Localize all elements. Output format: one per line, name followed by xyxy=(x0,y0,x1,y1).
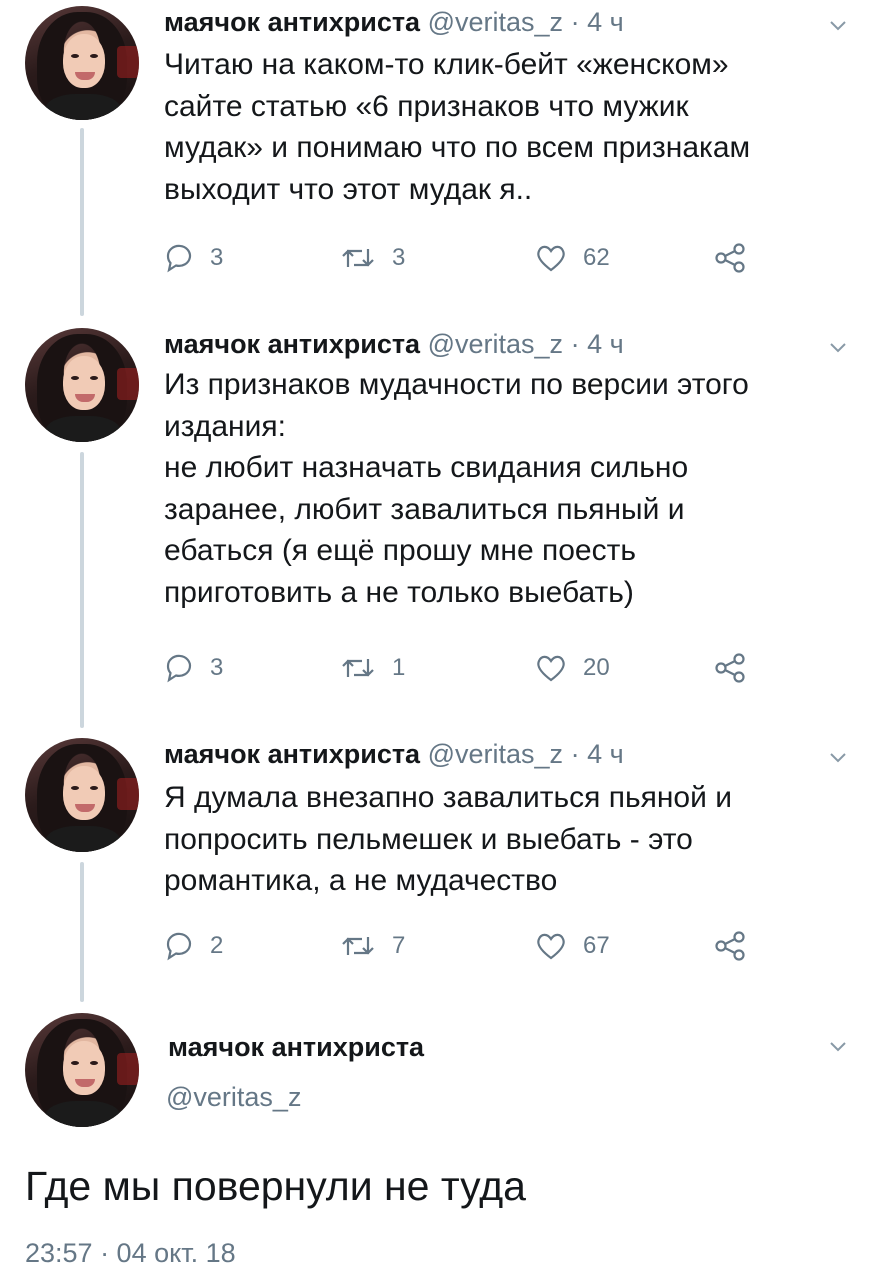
retweet-count: 1 xyxy=(392,654,406,681)
author-name[interactable]: маячок антихриста xyxy=(164,7,420,37)
tweet-text-line: издания: xyxy=(164,409,286,443)
author-name[interactable]: маячок антихриста xyxy=(164,739,420,769)
tweet-header: маячок антихриста @veritas_z · 4 ч xyxy=(164,737,624,771)
retweet-icon xyxy=(342,249,374,267)
heart-icon xyxy=(537,245,565,272)
retweet-count: 3 xyxy=(392,244,406,271)
chevron-down-icon[interactable] xyxy=(828,337,848,357)
reply-button[interactable]: 3 xyxy=(164,648,223,688)
reply-count: 3 xyxy=(210,654,224,681)
tweet-time[interactable]: 4 ч xyxy=(587,329,624,359)
tweet-time[interactable]: 4 ч xyxy=(587,7,624,37)
like-button[interactable]: 62 xyxy=(535,238,610,278)
reply-icon xyxy=(166,244,192,273)
reply-count: 2 xyxy=(210,932,224,959)
tweet-actions: 2 7 67 xyxy=(164,926,784,966)
thread-connector xyxy=(80,862,84,1002)
tweet-text-line: выходит что этот мудак я.. xyxy=(164,172,533,206)
retweet-count: 7 xyxy=(392,932,406,959)
tweet-text-line: попросить пельмешек и выебать - это xyxy=(164,822,693,856)
share-button[interactable] xyxy=(714,648,748,688)
tweet-text-line: Из признаков мудачности по версии этого xyxy=(164,368,749,401)
retweet-icon xyxy=(342,659,374,677)
reply-button[interactable]: 3 xyxy=(164,238,223,278)
like-button[interactable]: 20 xyxy=(535,648,610,688)
tweet-text: Я думала внезапно завалиться пьяной и по… xyxy=(164,777,854,902)
like-button[interactable]: 67 xyxy=(535,926,610,966)
avatar[interactable] xyxy=(25,328,139,442)
thread-connector xyxy=(80,452,84,728)
share-button[interactable] xyxy=(714,926,748,966)
like-count: 67 xyxy=(583,932,610,959)
tweet-text-line: мудак» и понимаю что по всем признакам xyxy=(164,131,751,164)
share-icon xyxy=(715,243,745,273)
reply-icon xyxy=(166,932,192,961)
author-handle[interactable]: @veritas_z xyxy=(428,329,563,359)
time-separator: · xyxy=(570,739,580,769)
chevron-down-icon[interactable] xyxy=(828,1036,848,1056)
tweet-text-line: заранее, любит завалиться пьяный и xyxy=(164,492,685,526)
reply-icon xyxy=(166,654,192,683)
like-count: 20 xyxy=(583,654,610,681)
tweet-time[interactable]: 4 ч xyxy=(587,739,624,769)
tweet-text: Читаю на каком-то клик-бейт «женском» са… xyxy=(164,44,854,210)
heart-icon xyxy=(537,933,565,960)
author-name[interactable]: маячок антихриста xyxy=(168,1032,424,1063)
author-name[interactable]: маячок антихриста xyxy=(164,329,420,359)
author-handle[interactable]: @veritas_z xyxy=(428,7,563,37)
share-button[interactable] xyxy=(714,238,748,278)
heart-icon xyxy=(537,655,565,682)
tweet-text-line: не любит назначать свидания сильно xyxy=(164,451,689,484)
author-handle[interactable]: @veritas_z xyxy=(428,739,563,769)
chevron-down-icon[interactable] xyxy=(828,747,848,767)
tweet-text-line: сайте статью «6 признаков что мужик xyxy=(164,89,689,123)
thread-connector xyxy=(80,128,84,316)
like-count: 62 xyxy=(583,244,610,271)
reply-button[interactable]: 2 xyxy=(164,926,223,966)
reply-count: 3 xyxy=(210,244,224,271)
tweet-thread-page: маячок антихриста @veritas_z · 4 ч Читаю… xyxy=(0,0,871,1279)
tweet-text-line: Читаю на каком-то клик-бейт «женском» xyxy=(164,48,729,81)
avatar[interactable] xyxy=(25,738,139,852)
tweet-text: Из признаков мудачности по версии этого … xyxy=(164,364,854,613)
tweet-timestamp[interactable]: 23:57 · 04 окт. 18 xyxy=(25,1238,236,1269)
retweet-button[interactable]: 7 xyxy=(340,926,405,966)
tweet-text-line: романтика, а не мудачество xyxy=(164,864,558,897)
avatar[interactable] xyxy=(25,6,139,120)
tweet-text-line: приготовить а не только выебать) xyxy=(164,575,634,609)
author-handle[interactable]: @veritas_z xyxy=(166,1082,301,1113)
retweet-icon xyxy=(342,937,374,955)
tweet-text: Где мы повернули не туда xyxy=(25,1163,526,1209)
tweet-actions: 3 1 20 xyxy=(164,648,784,688)
retweet-button[interactable]: 1 xyxy=(340,648,405,688)
tweet-header: маячок антихриста @veritas_z · 4 ч xyxy=(164,5,624,39)
tweet-text-line: ебаться (я ещё прошу мне поесть xyxy=(164,534,636,567)
tweet-header: маячок антихриста @veritas_z · 4 ч xyxy=(164,327,624,361)
time-separator: · xyxy=(570,7,580,37)
retweet-button[interactable]: 3 xyxy=(340,238,405,278)
share-icon xyxy=(715,653,745,683)
time-separator: · xyxy=(570,329,580,359)
tweet-actions: 3 3 62 xyxy=(164,238,784,278)
avatar[interactable] xyxy=(25,1013,139,1127)
share-icon xyxy=(715,931,745,961)
tweet-text-line: Я думала внезапно завалиться пьяной и xyxy=(164,781,732,814)
chevron-down-icon[interactable] xyxy=(828,15,848,35)
